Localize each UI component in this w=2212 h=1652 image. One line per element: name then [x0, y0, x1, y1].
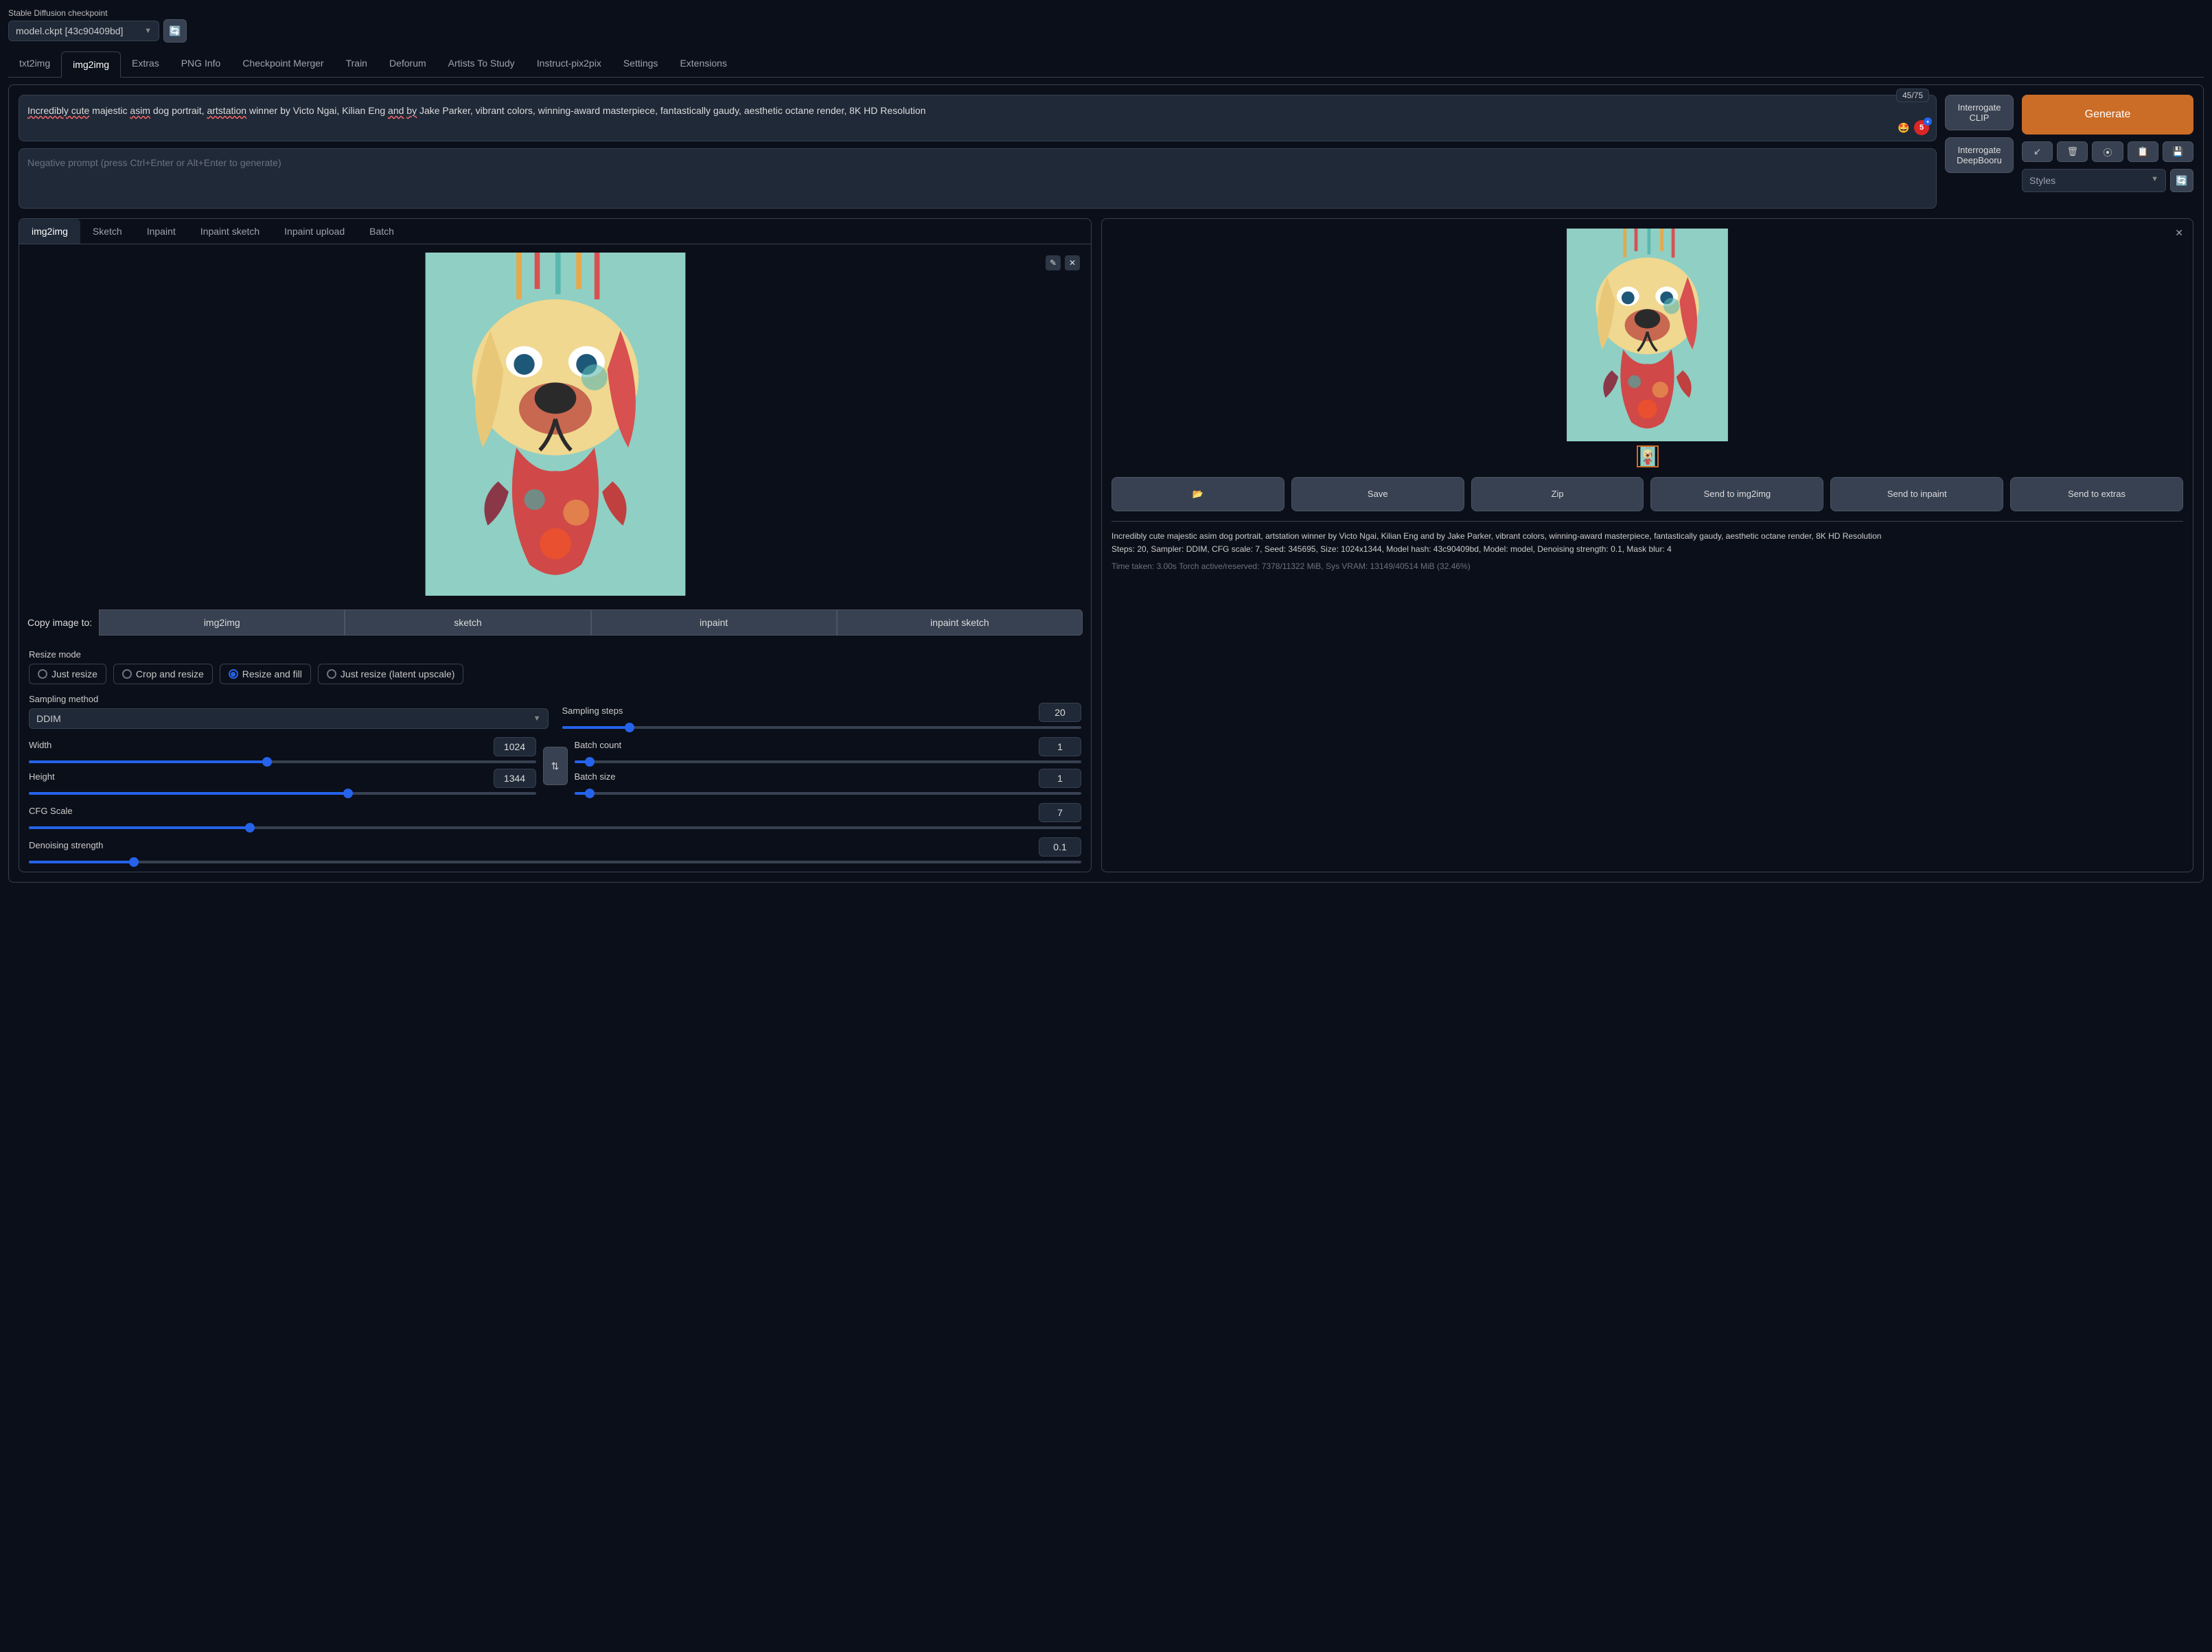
height-label: Height	[29, 771, 55, 782]
tab-deforum[interactable]: Deforum	[378, 51, 437, 77]
denoise-value[interactable]: 0.1	[1039, 837, 1081, 857]
batch-size-slider[interactable]	[575, 792, 1082, 795]
copy-to-sketch-button[interactable]: sketch	[345, 609, 590, 636]
subtab-inpaint[interactable]: Inpaint	[135, 219, 188, 244]
trash-icon[interactable]: 🗑	[2057, 141, 2088, 162]
prompt-input[interactable]: 45/75 Incredibly cute majestic asim dog …	[19, 95, 1937, 141]
subtab-batch[interactable]: Batch	[357, 219, 406, 244]
copy-to-inpaint-sketch-button[interactable]: inpaint sketch	[837, 609, 1083, 636]
resize-mode-label: Resize mode	[29, 649, 1081, 660]
denoise-slider[interactable]	[29, 861, 1081, 863]
clipboard-icon[interactable]: 📋	[2128, 141, 2158, 162]
refresh-styles-button[interactable]: 🔄	[2170, 169, 2193, 192]
chevron-down-icon: ▼	[533, 714, 541, 723]
arrow-corner-icon[interactable]: ↙	[2022, 141, 2053, 162]
width-slider[interactable]	[29, 760, 536, 763]
styles-select[interactable]: Styles ▼	[2022, 169, 2166, 192]
negative-prompt-input[interactable]: Negative prompt (press Ctrl+Enter or Alt…	[19, 148, 1937, 209]
tab-extensions[interactable]: Extensions	[669, 51, 737, 77]
edit-image-button[interactable]: ✎	[1046, 255, 1061, 270]
copy-to-img2img-button[interactable]: img2img	[99, 609, 345, 636]
cfg-slider[interactable]	[29, 826, 1081, 829]
output-thumbnail[interactable]	[1637, 445, 1659, 467]
send-to-inpaint-button[interactable]: Send to inpaint	[1830, 477, 2003, 511]
save-button[interactable]: Save	[1291, 477, 1464, 511]
tab-txt2img[interactable]: txt2img	[8, 51, 61, 77]
open-folder-button[interactable]: 📂	[1111, 477, 1284, 511]
tab-checkpoint-merger[interactable]: Checkpoint Merger	[231, 51, 334, 77]
styles-label: Styles	[2029, 175, 2055, 186]
cfg-label: CFG Scale	[29, 806, 73, 816]
output-params-info: Steps: 20, Sampler: DDIM, CFG scale: 7, …	[1111, 543, 2183, 556]
swap-dimensions-button[interactable]: ⇅	[543, 747, 568, 785]
batch-count-value[interactable]: 1	[1039, 737, 1081, 756]
copy-to-inpaint-button[interactable]: inpaint	[591, 609, 837, 636]
width-label: Width	[29, 740, 51, 750]
chevron-down-icon: ▼	[144, 27, 152, 35]
checkpoint-select[interactable]: model.ckpt [43c90409bd] ▼	[8, 21, 159, 41]
resize-radio-crop-and-resize[interactable]: Crop and resize	[113, 664, 213, 684]
record-icon[interactable]: ⦿	[2092, 141, 2123, 162]
batch-count-label: Batch count	[575, 740, 622, 750]
subtab-img2img[interactable]: img2img	[19, 219, 80, 244]
refresh-checkpoint-button[interactable]: 🔄	[163, 19, 187, 43]
sampling-method-select[interactable]: DDIM ▼	[29, 708, 549, 729]
interrogate-clip-button[interactable]: Interrogate CLIP	[1945, 95, 2014, 130]
tab-artists-to-study[interactable]: Artists To Study	[437, 51, 526, 77]
output-prompt-info: Incredibly cute majestic asim dog portra…	[1111, 530, 2183, 543]
input-image[interactable]	[425, 253, 686, 596]
tab-instruct-pix2pix[interactable]: Instruct-pix2pix	[526, 51, 612, 77]
token-counter: 45/75	[1896, 89, 1929, 102]
tab-train[interactable]: Train	[335, 51, 378, 77]
height-slider[interactable]	[29, 792, 536, 795]
clear-image-button[interactable]: ✕	[1065, 255, 1080, 270]
cfg-value[interactable]: 7	[1039, 803, 1081, 822]
tab-png-info[interactable]: PNG Info	[170, 51, 232, 77]
negative-prompt-placeholder: Negative prompt (press Ctrl+Enter or Alt…	[27, 157, 1928, 200]
batch-count-slider[interactable]	[575, 760, 1082, 763]
emoji-icon[interactable]: 🤩	[1896, 120, 1911, 135]
tab-settings[interactable]: Settings	[612, 51, 669, 77]
width-value[interactable]: 1024	[494, 737, 536, 756]
tab-img2img[interactable]: img2img	[61, 51, 121, 78]
height-value[interactable]: 1344	[494, 769, 536, 788]
subtab-sketch[interactable]: Sketch	[80, 219, 135, 244]
resize-radio-resize-and-fill[interactable]: Resize and fill	[220, 664, 311, 684]
generate-button[interactable]: Generate	[2022, 95, 2193, 135]
copy-image-label: Copy image to:	[27, 617, 92, 628]
subtab-inpaint-upload[interactable]: Inpaint upload	[272, 219, 357, 244]
subtab-inpaint-sketch[interactable]: Inpaint sketch	[188, 219, 272, 244]
save-icon[interactable]: 💾	[2163, 141, 2193, 162]
zip-button[interactable]: Zip	[1471, 477, 1644, 511]
chevron-down-icon: ▼	[2151, 175, 2158, 186]
interrogate-deepbooru-button[interactable]: Interrogate DeepBooru	[1945, 137, 2014, 173]
tab-extras[interactable]: Extras	[121, 51, 170, 77]
sampling-method-label: Sampling method	[29, 694, 549, 704]
send-to-img2img-button[interactable]: Send to img2img	[1650, 477, 1823, 511]
sampling-steps-slider[interactable]	[562, 726, 1082, 729]
sampling-steps-label: Sampling steps	[562, 706, 623, 716]
batch-size-label: Batch size	[575, 771, 616, 782]
plus-icon: +	[1924, 117, 1932, 126]
output-image[interactable]	[1567, 229, 1728, 441]
resize-radio-just-resize-latent-upscale-[interactable]: Just resize (latent upscale)	[318, 664, 464, 684]
checkpoint-label: Stable Diffusion checkpoint	[8, 8, 187, 18]
extra-networks-badge[interactable]: 5 +	[1914, 120, 1929, 135]
send-to-extras-button[interactable]: Send to extras	[2010, 477, 2183, 511]
resize-radio-just-resize[interactable]: Just resize	[29, 664, 106, 684]
checkpoint-value: model.ckpt [43c90409bd]	[16, 25, 123, 36]
close-output-button[interactable]: ✕	[2175, 227, 2183, 239]
denoise-label: Denoising strength	[29, 840, 103, 850]
sampling-steps-value[interactable]: 20	[1039, 703, 1081, 722]
batch-size-value[interactable]: 1	[1039, 769, 1081, 788]
output-timing-info: Time taken: 3.00s Torch active/reserved:…	[1111, 560, 2183, 573]
